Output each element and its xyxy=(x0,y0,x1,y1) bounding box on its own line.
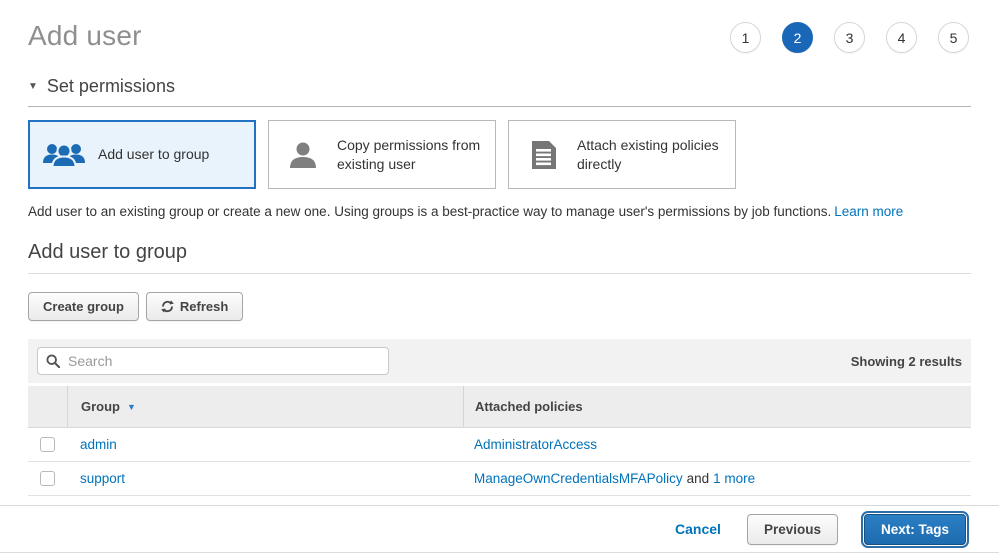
step-indicator: 1 2 3 4 5 xyxy=(730,22,969,53)
create-group-label: Create group xyxy=(43,299,124,314)
collapse-caret-icon: ▼ xyxy=(28,82,38,92)
option-label: Attach existing policies directly xyxy=(577,136,725,172)
search-input[interactable] xyxy=(37,347,389,375)
sort-descending-icon: ▼ xyxy=(127,402,136,412)
step-4[interactable]: 4 xyxy=(886,22,917,53)
refresh-icon xyxy=(161,300,174,313)
refresh-button[interactable]: Refresh xyxy=(146,292,243,321)
more-policies-link[interactable]: 1 more xyxy=(713,471,755,486)
groups-table: Showing 2 results Group ▼ Attached polic… xyxy=(28,339,971,496)
permission-options: Add user to group Copy permissions from … xyxy=(28,120,971,189)
create-group-button[interactable]: Create group xyxy=(28,292,139,321)
option-add-user-to-group[interactable]: Add user to group xyxy=(28,120,256,189)
permissions-description: Add user to an existing group or create … xyxy=(28,204,971,219)
step-2-current[interactable]: 2 xyxy=(782,22,813,53)
and-text: and xyxy=(687,471,710,486)
policies-column-header: Attached policies xyxy=(463,386,971,427)
search-icon xyxy=(46,354,60,373)
step-1[interactable]: 1 xyxy=(730,22,761,53)
search-box xyxy=(37,347,389,375)
option-attach-policies[interactable]: Attach existing policies directly xyxy=(508,120,736,189)
step-3[interactable]: 3 xyxy=(834,22,865,53)
group-actions: Create group Refresh xyxy=(28,292,971,321)
table-header-row: Group ▼ Attached policies xyxy=(28,386,971,428)
previous-button[interactable]: Previous xyxy=(747,514,838,545)
add-user-to-group-heading: Add user to group xyxy=(28,241,971,274)
row-checkbox[interactable] xyxy=(40,471,55,486)
group-icon xyxy=(42,140,86,170)
set-permissions-section-header[interactable]: ▼ Set permissions xyxy=(28,76,971,107)
cancel-link[interactable]: Cancel xyxy=(675,521,721,537)
next-tags-button[interactable]: Next: Tags xyxy=(864,514,966,545)
policy-link[interactable]: AdministratorAccess xyxy=(474,437,597,452)
add-user-page: Add user 1 2 3 4 5 ▼ Set permissions xyxy=(0,0,999,496)
wizard-footer: Cancel Previous Next: Tags xyxy=(0,505,999,557)
document-icon xyxy=(521,140,565,170)
option-copy-permissions[interactable]: Copy permissions from existing user xyxy=(268,120,496,189)
group-name-link[interactable]: support xyxy=(80,471,125,486)
learn-more-link[interactable]: Learn more xyxy=(834,204,903,219)
option-label: Add user to group xyxy=(98,145,209,163)
group-column-header[interactable]: Group ▼ xyxy=(67,386,463,427)
policy-link[interactable]: ManageOwnCredentialsMFAPolicy xyxy=(474,471,683,486)
section-label: Set permissions xyxy=(47,76,175,97)
option-label: Copy permissions from existing user xyxy=(337,136,485,172)
results-count: Showing 2 results xyxy=(851,354,962,369)
table-toolbar: Showing 2 results xyxy=(28,339,971,383)
bottom-divider xyxy=(0,552,999,553)
group-name-link[interactable]: admin xyxy=(80,437,117,452)
select-all-cell xyxy=(28,386,67,427)
refresh-label: Refresh xyxy=(180,299,228,314)
page-header: Add user 1 2 3 4 5 xyxy=(28,0,971,66)
step-5[interactable]: 5 xyxy=(938,22,969,53)
page-title: Add user xyxy=(28,18,142,54)
description-text: Add user to an existing group or create … xyxy=(28,204,831,219)
row-checkbox[interactable] xyxy=(40,437,55,452)
user-icon xyxy=(281,140,325,170)
table-row-support: support ManageOwnCredentialsMFAPolicy an… xyxy=(28,462,971,496)
table-row-admin: admin AdministratorAccess xyxy=(28,428,971,462)
